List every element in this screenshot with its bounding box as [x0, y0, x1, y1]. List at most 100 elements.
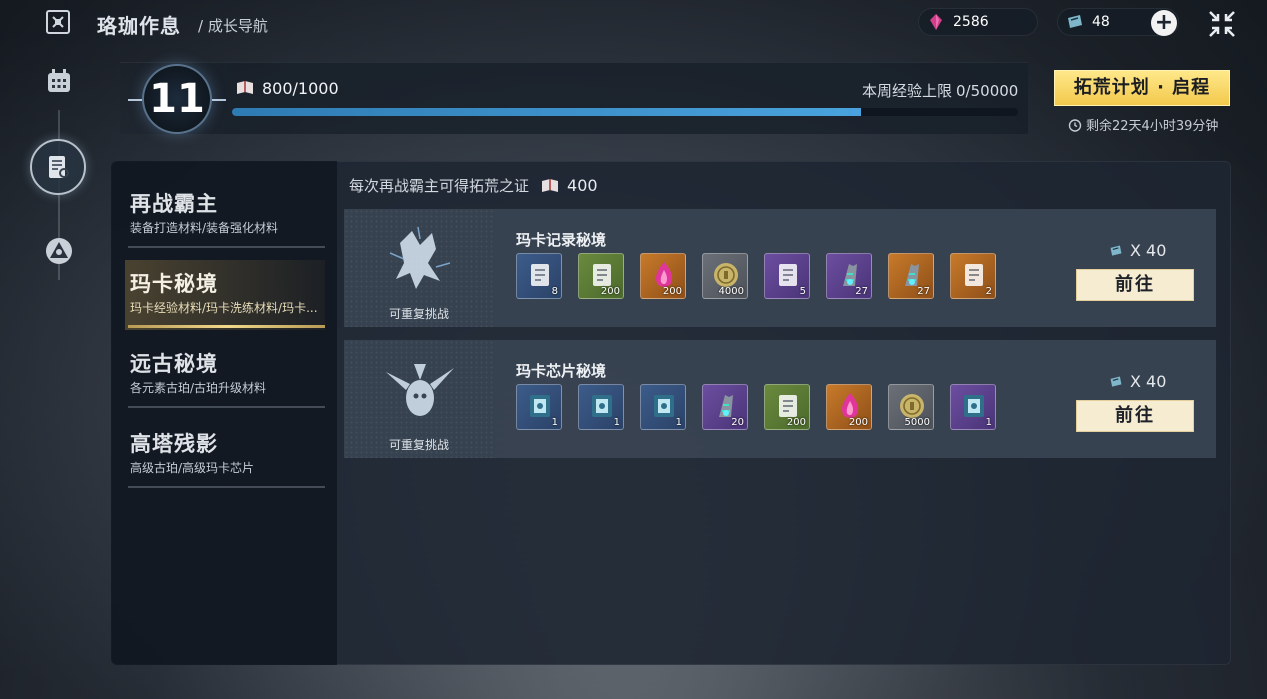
exp-progress-bar: [232, 108, 1018, 116]
exp-book-icon: [237, 81, 253, 94]
reward-item[interactable]: 1: [516, 384, 562, 430]
chip-icon: [592, 395, 612, 417]
reward-item[interactable]: 200: [764, 384, 810, 430]
reward-item[interactable]: 4000: [702, 253, 748, 299]
crystal-currency[interactable]: 2586: [918, 8, 1038, 36]
hex-frame-icon[interactable]: [44, 8, 72, 36]
guide-button[interactable]: [30, 139, 86, 195]
stage-cost-value: X 40: [1130, 241, 1167, 260]
reward-item[interactable]: 1: [950, 384, 996, 430]
stage-cost: X 40: [1108, 241, 1166, 260]
page-subtitle: / 成长导航: [198, 17, 268, 35]
sidebar-item-label: 玛卡秘境: [130, 272, 218, 296]
reward-item[interactable]: 8: [516, 253, 562, 299]
reward-qty: 1: [613, 417, 620, 428]
go-button[interactable]: 前往: [1076, 400, 1194, 432]
stage-name: 玛卡芯片秘境: [516, 362, 607, 380]
clock-icon: [1068, 118, 1082, 132]
exp-progress-fill: [232, 108, 861, 116]
stage-cost: X 40: [1108, 372, 1166, 391]
reward-item[interactable]: 2: [950, 253, 996, 299]
reward-qty: 27: [917, 286, 930, 297]
triad-button[interactable]: [36, 228, 82, 274]
reward-info: 每次再战霸主可得拓荒之证 400: [349, 175, 598, 196]
go-button[interactable]: 前往: [1076, 269, 1194, 301]
weekly-label: 本周经验上限: [862, 82, 953, 100]
stage-cost-value: X 40: [1130, 372, 1167, 391]
chip-icon: [530, 395, 550, 417]
reward-qty: 4000: [718, 286, 744, 297]
reward-qty: 5000: [904, 417, 930, 428]
chip-icon: [964, 395, 984, 417]
divider: [128, 486, 325, 488]
ticket-amount: 48: [1092, 14, 1110, 30]
crystal-icon: [930, 14, 942, 30]
triangle-emblem-icon: [46, 238, 72, 264]
plan-countdown: 剩余22天4小时39分钟: [1068, 115, 1218, 134]
document-search-icon: [49, 156, 69, 178]
reward-item[interactable]: 200: [826, 384, 872, 430]
sidebar-item-desc: 玛卡经验材料/玛卡洗练材料/玛卡...: [130, 301, 318, 315]
exp-value: 800/1000: [262, 79, 339, 98]
reward-qty: 1: [551, 417, 558, 428]
reward-qty: 200: [662, 286, 682, 297]
stage-name: 玛卡记录秘境: [516, 231, 607, 249]
stage-thumbnail: 可重复挑战: [344, 209, 494, 327]
collapse-icon[interactable]: [1206, 8, 1238, 40]
reward-qty: 8: [551, 286, 558, 297]
reward-qty: 27: [855, 286, 868, 297]
reward-item[interactable]: 20: [702, 384, 748, 430]
chip-icon: [654, 395, 674, 417]
weekly-exp-cap: 本周经验上限 0/50000: [858, 80, 1018, 101]
reward-info-amount: 400: [567, 176, 598, 195]
reward-item[interactable]: 27: [888, 253, 934, 299]
sidebar-item-ancient-realm[interactable]: 远古秘境 各元素古珀/古珀升级材料: [125, 340, 325, 410]
reward-item[interactable]: 5: [764, 253, 810, 299]
reward-item[interactable]: 1: [640, 384, 686, 430]
calendar-button[interactable]: [36, 58, 82, 104]
add-currency-button[interactable]: +: [1151, 10, 1177, 36]
reward-qty: 200: [600, 286, 620, 297]
divider: [128, 406, 325, 408]
reward-item[interactable]: 200: [640, 253, 686, 299]
ticket-icon: [1068, 15, 1082, 28]
sidebar-item-maka-realm[interactable]: 玛卡秘境 玛卡经验材料/玛卡洗练材料/玛卡...: [125, 260, 325, 330]
repeatable-label: 可重复挑战: [388, 307, 449, 321]
reward-qty: 20: [731, 417, 744, 428]
active-indicator: [128, 325, 325, 328]
stage-card: 可重复挑战 玛卡记录秘境 8 200 200 4000 5 27 27 2 X 40 前往: [344, 209, 1216, 327]
page-title: 珞珈作息: [97, 14, 181, 38]
reward-item[interactable]: 200: [578, 253, 624, 299]
reward-info-text: 每次再战霸主可得拓荒之证: [349, 177, 530, 195]
sidebar-item-label: 远古秘境: [130, 352, 218, 376]
stage-card: 可重复挑战 玛卡芯片秘境 1 1 1 20 200 200 5000 1 X 40 前往: [344, 340, 1216, 458]
weekly-value: 0/50000: [956, 82, 1019, 100]
reward-item[interactable]: 1: [578, 384, 624, 430]
sidebar-item-label: 高塔残影: [130, 432, 218, 456]
reward-list: 1 1 1 20 200 200 5000 1: [516, 384, 1012, 430]
reward-qty: 1: [675, 417, 682, 428]
reward-qty: 200: [786, 417, 806, 428]
countdown-text: 剩余22天4小时39分钟: [1086, 119, 1219, 134]
sidebar-item-boss-rematch[interactable]: 再战霸主 装备打造材料/装备强化材料: [125, 180, 325, 250]
reward-list: 8 200 200 4000 5 27 27 2: [516, 253, 1012, 299]
sidebar-item-label: 再战霸主: [130, 192, 218, 216]
sidebar-item-tower-shadow[interactable]: 高塔残影 高级古珀/高级玛卡芯片: [125, 420, 325, 490]
insect-silhouette-icon: [386, 364, 454, 416]
plan-start-button[interactable]: 拓荒计划 · 启程: [1054, 70, 1230, 106]
reward-qty: 1: [985, 417, 992, 428]
ticket-icon: [1110, 245, 1122, 256]
divider: [128, 246, 325, 248]
ticket-icon: [1110, 376, 1122, 387]
reward-qty: 2: [985, 286, 992, 297]
creature-silhouette-icon: [389, 226, 451, 289]
sidebar-item-desc: 高级古珀/高级玛卡芯片: [130, 461, 255, 475]
repeatable-label: 可重复挑战: [388, 438, 449, 452]
exp-book-icon: [542, 178, 559, 192]
sidebar-item-desc: 各元素古珀/古珀升级材料: [130, 381, 267, 395]
stage-thumbnail: 可重复挑战: [344, 340, 494, 458]
reward-item[interactable]: 27: [826, 253, 872, 299]
book-icon: [531, 264, 549, 286]
left-rail: [0, 0, 110, 699]
reward-item[interactable]: 5000: [888, 384, 934, 430]
